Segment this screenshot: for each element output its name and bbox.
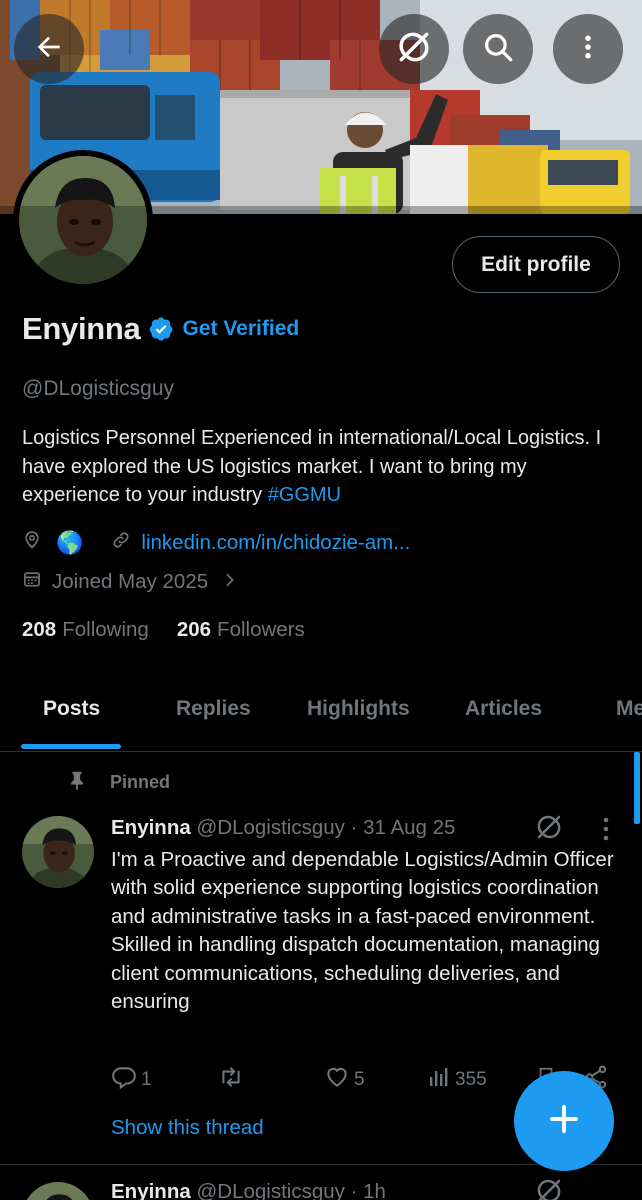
more-vertical-icon [573,32,603,67]
pinned-indicator: Pinned [66,769,170,796]
following-link[interactable]: 208 Following [22,618,149,642]
scrollbar-thumb[interactable] [634,752,640,824]
tab-highlights[interactable]: Highlights [307,697,410,721]
reply-count: 1 [141,1069,152,1090]
repost-button[interactable] [217,1064,249,1096]
following-count: 208 [22,618,57,641]
search-icon [481,30,515,69]
post2-time[interactable]: 1h [363,1180,386,1200]
more-options-button[interactable] [553,14,623,84]
joined-row[interactable]: Joined May 2025 [22,569,238,595]
post2-avatar-image [22,1182,94,1200]
tab-articles[interactable]: Articles [465,697,542,721]
grok-button[interactable] [379,14,449,84]
like-button[interactable]: 5 [324,1064,365,1096]
tab-posts[interactable]: Posts [43,697,100,721]
post-author-handle[interactable]: @DLogisticsguy [196,816,344,839]
compose-post-button[interactable] [514,1071,614,1171]
post2-header: Enyinna @DLogisticsguy · 1h [111,1180,386,1200]
reply-button[interactable]: 1 [111,1064,152,1096]
post-header: Enyinna @DLogisticsguy · 31 Aug 25 [111,816,455,840]
post-text: I'm a Proactive and dependable Logistics… [111,848,614,1014]
link-icon [111,530,131,556]
profile-avatar[interactable] [13,150,153,290]
active-tab-indicator [21,744,121,749]
views-chart-icon [427,1064,451,1096]
post2-author-name[interactable]: Enyinna [111,1180,191,1200]
followers-label: Followers [217,618,305,641]
post-avatar-image [22,816,94,888]
chevron-right-icon [222,570,238,594]
post2-grok-icon[interactable] [534,1176,564,1200]
avatar-image [19,156,147,284]
post-avatar[interactable] [22,816,94,888]
tab-replies[interactable]: Replies [176,697,251,721]
post-date[interactable]: 31 Aug 25 [363,816,455,839]
repost-icon [217,1064,245,1096]
profile-name-row: Enyinna Get Verified [22,311,299,347]
profile-bio: Logistics Personnel Experienced in inter… [22,424,622,510]
post-more-icon[interactable] [596,816,616,847]
location-text: 🌎 [56,530,84,555]
back-button[interactable] [14,14,84,84]
followers-link[interactable]: 206 Followers [177,618,305,642]
pin-icon [66,769,88,796]
joined-date: Joined May 2025 [52,570,209,593]
post2-separator: · [344,1180,364,1200]
post2-author-handle[interactable]: @DLogisticsguy [196,1180,344,1200]
grok-icon [395,28,433,71]
profile-meta-row: 🌎 linkedin.com/in/chidozie-am... [22,530,410,556]
post-grok-icon[interactable] [534,812,564,847]
plus-icon [546,1101,582,1142]
profile-name: Enyinna [22,311,141,346]
following-label: Following [62,618,149,641]
calendar-icon [22,569,42,595]
pinned-label: Pinned [110,772,171,792]
post-separator: · [344,816,364,839]
verified-badge-icon[interactable] [148,316,174,342]
location-pin-icon [22,530,42,556]
bio-hashtag-link[interactable]: #GGMU [268,484,341,506]
views-count: 355 [455,1069,487,1090]
tab-media[interactable]: Me [616,697,642,721]
like-count: 5 [354,1069,365,1090]
heart-icon [324,1064,350,1096]
edit-profile-button[interactable]: Edit profile [452,236,620,293]
show-thread-link[interactable]: Show this thread [111,1116,264,1140]
post-author-name[interactable]: Enyinna [111,816,191,839]
website-link[interactable]: linkedin.com/in/chidozie-am... [141,531,410,555]
profile-tabs: Posts Replies Highlights Articles Me [0,670,642,752]
get-verified-link[interactable]: Get Verified [182,317,299,341]
views-button[interactable]: 355 [427,1064,487,1096]
follow-stats: 208 Following 206 Followers [22,618,305,642]
reply-icon [111,1064,137,1096]
arrow-left-icon [33,31,65,68]
followers-count: 206 [176,618,212,641]
post2-avatar[interactable] [22,1182,94,1200]
search-button[interactable] [463,14,533,84]
profile-handle: @DLogisticsguy [22,377,175,400]
